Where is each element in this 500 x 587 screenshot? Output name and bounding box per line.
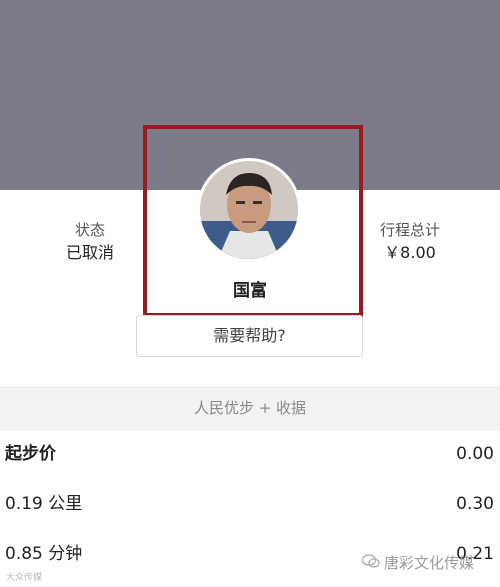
trip-total-label: 行程总计: [379, 221, 440, 239]
status-label: 状态: [74, 221, 105, 239]
fee-label: 0.85 分钟: [5, 544, 83, 564]
receipt-title: 人民优步 + 收据: [0, 386, 500, 431]
fee-value: 0.00: [456, 444, 494, 464]
fee-label: 起步价: [5, 444, 56, 464]
trip-total-block: 行程总计 ￥8.00: [360, 220, 460, 264]
status-value: 已取消: [65, 243, 114, 262]
fee-label: 0.19 公里: [5, 494, 83, 514]
help-button[interactable]: 需要帮助?: [136, 315, 363, 357]
watermark-left: 大众传媒: [6, 573, 43, 583]
trip-total-value: ￥8.00: [384, 243, 436, 262]
driver-name: 国富: [233, 281, 267, 301]
fee-row-base-fare: 起步价 0.00: [0, 434, 500, 474]
watermark-right: 唐彩文化传媒: [384, 554, 475, 572]
status-block: 状态 已取消: [40, 220, 140, 264]
fee-value: 0.30: [456, 494, 494, 514]
wechat-icon: [362, 554, 380, 568]
fee-row-distance: 0.19 公里 0.30: [0, 484, 500, 524]
